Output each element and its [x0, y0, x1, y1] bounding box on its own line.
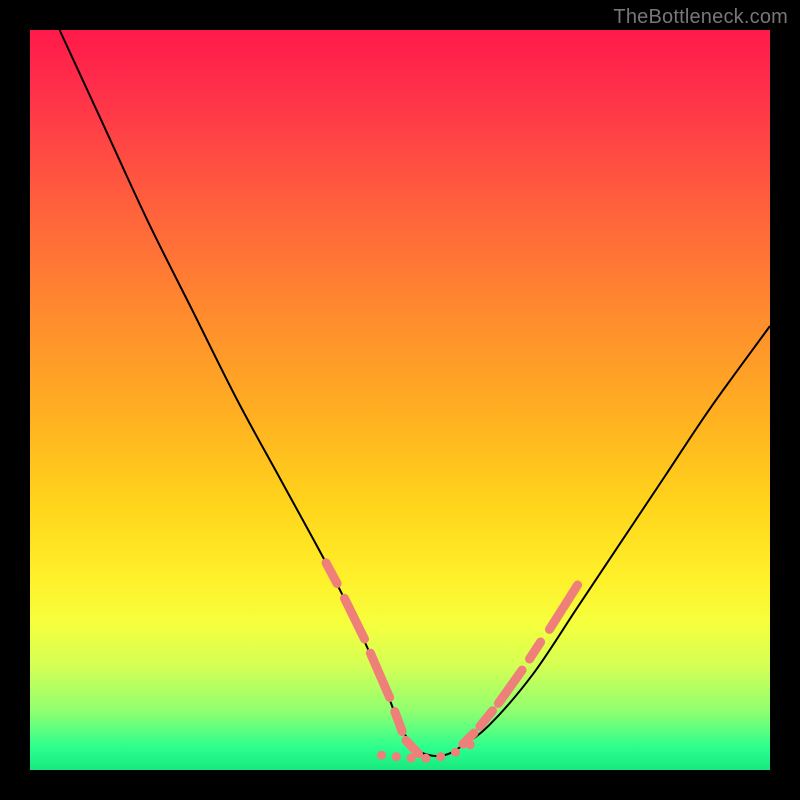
dot-point — [436, 752, 445, 761]
dot-point — [451, 748, 460, 757]
curve-path — [60, 30, 770, 756]
chart-frame: TheBottleneck.com — [0, 0, 800, 800]
dot-point — [421, 754, 430, 763]
dash-segment — [370, 653, 389, 697]
dash-segment — [406, 740, 419, 753]
dash-segment — [498, 670, 522, 703]
dash-segment — [549, 585, 577, 629]
dot-point — [392, 752, 401, 761]
dot-point — [377, 751, 386, 760]
dash-segment — [326, 563, 337, 584]
dash-segment — [530, 642, 541, 659]
dot-point — [407, 754, 416, 763]
chart-svg — [30, 30, 770, 770]
dash-segment — [395, 712, 402, 732]
series-group — [60, 30, 770, 763]
dash-segment — [345, 598, 365, 639]
watermark-label: TheBottleneck.com — [613, 6, 788, 29]
